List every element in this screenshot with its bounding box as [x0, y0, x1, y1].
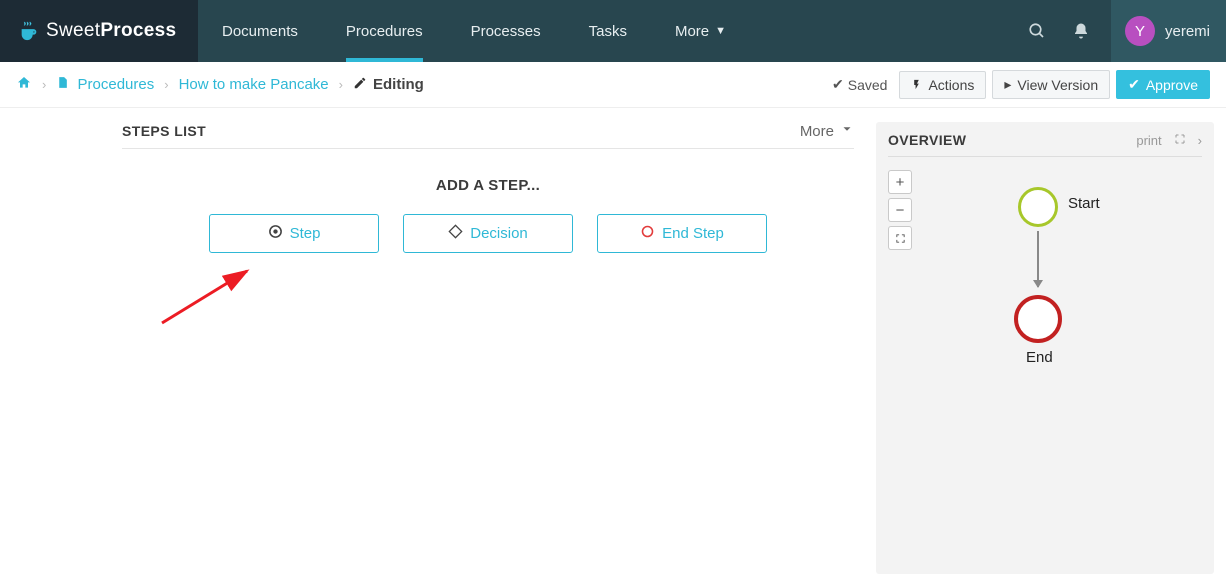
steps-more[interactable]: More [800, 122, 854, 140]
start-node[interactable] [1018, 187, 1058, 227]
add-end-step-button[interactable]: End Step [597, 214, 767, 253]
pencil-icon [353, 76, 367, 94]
expand-icon[interactable] [1174, 133, 1186, 148]
actions-button[interactable]: Actions [899, 71, 986, 99]
chevron-down-icon: ▼ [715, 25, 726, 37]
circle-dot-icon [268, 224, 283, 243]
cup-icon [18, 20, 40, 42]
subbar: › Procedures › How to make Pancake › Edi… [0, 62, 1226, 108]
actions-label: Actions [928, 77, 974, 93]
approve-label: Approve [1146, 77, 1198, 93]
steps-header: STEPS LIST More [122, 122, 854, 149]
view-version-button[interactable]: ▸ View Version [992, 70, 1110, 99]
add-step-label: Step [290, 225, 321, 242]
nav-more-label: More [675, 23, 709, 40]
search-icon[interactable] [1015, 22, 1059, 40]
chevron-down-icon [840, 122, 854, 140]
nav-processes[interactable]: Processes [447, 0, 565, 62]
overview-header-right: print › [1136, 133, 1202, 148]
overview-panel: OVERVIEW print › + − Start End [876, 122, 1214, 574]
avatar-initial: Y [1135, 23, 1145, 40]
bell-icon[interactable] [1059, 22, 1103, 40]
top-nav: SweetProcess Documents Procedures Proces… [0, 0, 1226, 62]
nav-procedures-label: Procedures [346, 23, 423, 40]
breadcrumb-sep: › [339, 77, 343, 92]
breadcrumb-sep: › [42, 77, 46, 92]
add-step-title: ADD A STEP... [122, 177, 854, 194]
arrow-annotation [152, 263, 854, 336]
file-icon [56, 76, 69, 93]
saved-status: ✔ Saved [832, 76, 887, 93]
add-decision-button[interactable]: Decision [403, 214, 573, 253]
breadcrumb-sep: › [164, 77, 168, 92]
check-icon: ✔ [832, 76, 844, 93]
diamond-icon [448, 224, 463, 243]
content: STEPS LIST More ADD A STEP... Step Decis… [0, 108, 1226, 574]
nav-tasks[interactable]: Tasks [565, 0, 651, 62]
overview-diagram[interactable]: Start End [888, 157, 1202, 537]
check-icon: ✔ [1128, 76, 1140, 93]
nav-items: Documents Procedures Processes Tasks Mor… [198, 0, 750, 62]
start-node-label: Start [1068, 195, 1100, 212]
nav-more[interactable]: More ▼ [651, 0, 750, 62]
add-step-button[interactable]: Step [209, 214, 379, 253]
view-version-label: View Version [1017, 77, 1098, 93]
step-buttons: Step Decision End Step [122, 214, 854, 253]
home-icon[interactable] [16, 75, 32, 95]
approve-button[interactable]: ✔ Approve [1116, 70, 1210, 99]
breadcrumb: › Procedures › How to make Pancake › Edi… [16, 75, 424, 95]
breadcrumb-doc[interactable]: How to make Pancake [179, 76, 329, 93]
logo-text-2: Process [100, 20, 176, 42]
overview-header: OVERVIEW print › [888, 132, 1202, 157]
nav-tasks-label: Tasks [589, 23, 627, 40]
steps-panel: STEPS LIST More ADD A STEP... Step Decis… [12, 122, 860, 336]
breadcrumb-editing-label: Editing [373, 76, 424, 93]
end-node-label: End [1026, 349, 1053, 366]
circle-icon [640, 224, 655, 243]
print-link[interactable]: print [1136, 133, 1161, 148]
add-end-step-label: End Step [662, 225, 724, 242]
diagram-edge [1037, 231, 1039, 287]
overview-title: OVERVIEW [888, 132, 966, 148]
breadcrumb-procedures[interactable]: Procedures [56, 76, 154, 93]
add-decision-label: Decision [470, 225, 528, 242]
user-menu[interactable]: Y yeremi [1111, 0, 1226, 62]
logo-text-1: Sweet [46, 20, 100, 42]
nav-right: Y yeremi [1015, 0, 1226, 62]
steps-title: STEPS LIST [122, 123, 206, 139]
bolt-icon [911, 77, 922, 93]
saved-label: Saved [848, 77, 888, 93]
breadcrumb-editing: Editing [353, 76, 424, 94]
subbar-right: ✔ Saved Actions ▸ View Version ✔ Approve [832, 70, 1210, 99]
logo[interactable]: SweetProcess [0, 0, 198, 62]
nav-documents[interactable]: Documents [198, 0, 322, 62]
chevron-right-icon[interactable]: › [1198, 133, 1202, 148]
steps-more-label: More [800, 123, 834, 140]
nav-documents-label: Documents [222, 23, 298, 40]
breadcrumb-procedures-label: Procedures [78, 76, 155, 93]
play-icon: ▸ [1004, 76, 1011, 93]
user-name: yeremi [1165, 23, 1210, 40]
nav-processes-label: Processes [471, 23, 541, 40]
end-node[interactable] [1014, 295, 1062, 343]
avatar: Y [1125, 16, 1155, 46]
nav-procedures[interactable]: Procedures [322, 0, 447, 62]
